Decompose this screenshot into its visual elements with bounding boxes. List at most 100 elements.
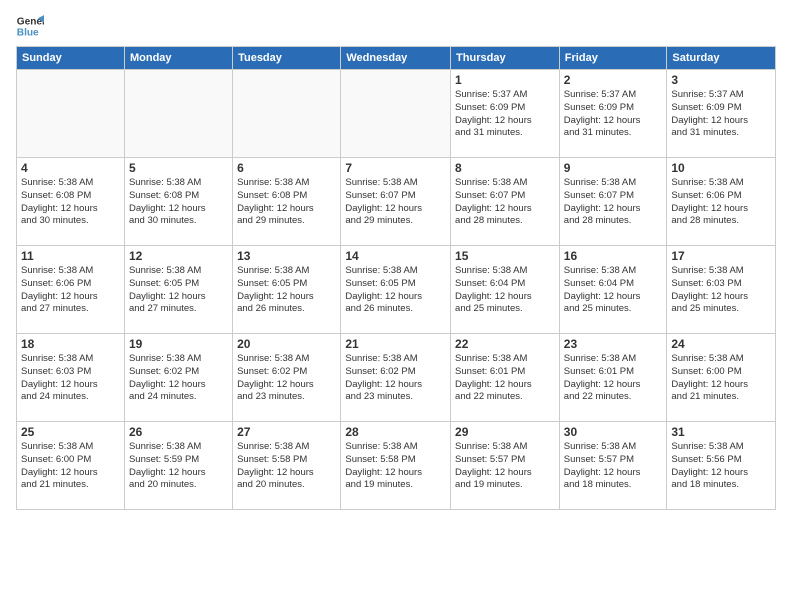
day-number: 18 <box>21 337 120 351</box>
calendar-cell: 14Sunrise: 5:38 AM Sunset: 6:05 PM Dayli… <box>341 246 451 334</box>
day-info: Sunrise: 5:38 AM Sunset: 6:07 PM Dayligh… <box>564 177 663 228</box>
day-number: 5 <box>129 161 228 175</box>
calendar-cell <box>233 70 341 158</box>
day-number: 10 <box>671 161 771 175</box>
day-number: 6 <box>237 161 336 175</box>
calendar-cell: 19 Sunrise: 5:38 AM Sunset: 6:02 PM Dayli… <box>124 334 232 422</box>
weekday-header-thursday: Thursday <box>451 47 560 70</box>
day-number: 26 <box>129 425 228 439</box>
day-number: 29 <box>455 425 555 439</box>
calendar-cell: 12 Sunrise: 5:38 AM Sunset: 6:05 PM Dayli… <box>124 246 232 334</box>
weekday-header-saturday: Saturday <box>667 47 776 70</box>
day-info: Sunrise: 5:38 AM Sunset: 5:59 PM Dayligh… <box>129 441 228 492</box>
calendar-cell <box>17 70 125 158</box>
calendar-cell: 5Sunrise: 5:38 AM Sunset: 6:08 PM Daylig… <box>124 158 232 246</box>
calendar-cell: 30 Sunrise: 5:38 AM Sunset: 5:57 PM Dayli… <box>559 422 667 510</box>
header: General Blue <box>16 12 776 40</box>
calendar-cell: 24 Sunrise: 5:38 AM Sunset: 6:00 PM Dayli… <box>667 334 776 422</box>
weekday-header-sunday: Sunday <box>17 47 125 70</box>
day-info: Sunrise: 5:38 AM Sunset: 5:56 PM Dayligh… <box>671 441 771 492</box>
day-info: Sunrise: 5:38 AM Sunset: 6:06 PM Dayligh… <box>21 265 120 316</box>
logo-icon: General Blue <box>16 12 44 40</box>
day-number: 15 <box>455 249 555 263</box>
day-info: Sunrise: 5:38 AM Sunset: 5:57 PM Dayligh… <box>455 441 555 492</box>
day-info: Sunrise: 5:38 AM Sunset: 6:07 PM Dayligh… <box>455 177 555 228</box>
calendar-cell <box>341 70 451 158</box>
calendar-cell: 17Sunrise: 5:38 AM Sunset: 6:03 PM Dayli… <box>667 246 776 334</box>
day-number: 23 <box>564 337 663 351</box>
day-info: Sunrise: 5:38 AM Sunset: 6:01 PM Dayligh… <box>564 353 663 404</box>
day-number: 30 <box>564 425 663 439</box>
day-number: 2 <box>564 73 663 87</box>
day-info: Sunrise: 5:38 AM Sunset: 6:00 PM Dayligh… <box>21 441 120 492</box>
day-number: 14 <box>345 249 446 263</box>
calendar-cell: 21Sunrise: 5:38 AM Sunset: 6:02 PM Dayli… <box>341 334 451 422</box>
calendar-cell: 6 Sunrise: 5:38 AM Sunset: 6:08 PM Daylig… <box>233 158 341 246</box>
day-info: Sunrise: 5:38 AM Sunset: 6:06 PM Dayligh… <box>671 177 771 228</box>
day-number: 24 <box>671 337 771 351</box>
weekday-header-monday: Monday <box>124 47 232 70</box>
day-info: Sunrise: 5:38 AM Sunset: 6:01 PM Dayligh… <box>455 353 555 404</box>
calendar-cell: 11 Sunrise: 5:38 AM Sunset: 6:06 PM Dayli… <box>17 246 125 334</box>
weekday-header-tuesday: Tuesday <box>233 47 341 70</box>
day-number: 1 <box>455 73 555 87</box>
day-info: Sunrise: 5:38 AM Sunset: 6:05 PM Dayligh… <box>129 265 228 316</box>
day-number: 31 <box>671 425 771 439</box>
calendar-cell: 1 Sunrise: 5:37 AM Sunset: 6:09 PM Daylig… <box>451 70 560 158</box>
calendar-cell: 8 Sunrise: 5:38 AM Sunset: 6:07 PM Daylig… <box>451 158 560 246</box>
day-number: 28 <box>345 425 446 439</box>
svg-text:Blue: Blue <box>17 27 39 38</box>
calendar-week-3: 11 Sunrise: 5:38 AM Sunset: 6:06 PM Dayli… <box>17 246 776 334</box>
calendar-week-4: 18 Sunrise: 5:38 AM Sunset: 6:03 PM Dayli… <box>17 334 776 422</box>
day-info: Sunrise: 5:38 AM Sunset: 5:58 PM Dayligh… <box>237 441 336 492</box>
day-info: Sunrise: 5:38 AM Sunset: 6:02 PM Dayligh… <box>237 353 336 404</box>
calendar-cell: 3 Sunrise: 5:37 AM Sunset: 6:09 PM Daylig… <box>667 70 776 158</box>
calendar-cell: 7Sunrise: 5:38 AM Sunset: 6:07 PM Daylig… <box>341 158 451 246</box>
day-info: Sunrise: 5:38 AM Sunset: 6:03 PM Dayligh… <box>21 353 120 404</box>
calendar-cell: 13Sunrise: 5:38 AM Sunset: 6:05 PM Dayli… <box>233 246 341 334</box>
day-number: 9 <box>564 161 663 175</box>
page: General Blue SundayMondayTuesdayWednesda… <box>0 0 792 522</box>
day-number: 8 <box>455 161 555 175</box>
day-info: Sunrise: 5:38 AM Sunset: 6:08 PM Dayligh… <box>237 177 336 228</box>
day-info: Sunrise: 5:38 AM Sunset: 6:08 PM Dayligh… <box>21 177 120 228</box>
calendar-cell: 28 Sunrise: 5:38 AM Sunset: 5:58 PM Dayli… <box>341 422 451 510</box>
day-info: Sunrise: 5:38 AM Sunset: 6:04 PM Dayligh… <box>455 265 555 316</box>
day-info: Sunrise: 5:37 AM Sunset: 6:09 PM Dayligh… <box>564 89 663 140</box>
day-number: 3 <box>671 73 771 87</box>
day-info: Sunrise: 5:38 AM Sunset: 6:00 PM Dayligh… <box>671 353 771 404</box>
calendar-cell: 4 Sunrise: 5:38 AM Sunset: 6:08 PM Daylig… <box>17 158 125 246</box>
day-number: 16 <box>564 249 663 263</box>
day-info: Sunrise: 5:37 AM Sunset: 6:09 PM Dayligh… <box>671 89 771 140</box>
weekday-header-friday: Friday <box>559 47 667 70</box>
calendar-cell: 15 Sunrise: 5:38 AM Sunset: 6:04 PM Dayli… <box>451 246 560 334</box>
day-number: 11 <box>21 249 120 263</box>
day-info: Sunrise: 5:38 AM Sunset: 5:58 PM Dayligh… <box>345 441 446 492</box>
day-number: 20 <box>237 337 336 351</box>
day-number: 7 <box>345 161 446 175</box>
calendar-cell: 2 Sunrise: 5:37 AM Sunset: 6:09 PM Daylig… <box>559 70 667 158</box>
calendar-cell: 10 Sunrise: 5:38 AM Sunset: 6:06 PM Dayli… <box>667 158 776 246</box>
calendar-cell: 9 Sunrise: 5:38 AM Sunset: 6:07 PM Daylig… <box>559 158 667 246</box>
day-number: 4 <box>21 161 120 175</box>
calendar-week-1: 1 Sunrise: 5:37 AM Sunset: 6:09 PM Daylig… <box>17 70 776 158</box>
calendar-cell: 27Sunrise: 5:38 AM Sunset: 5:58 PM Dayli… <box>233 422 341 510</box>
day-number: 12 <box>129 249 228 263</box>
day-number: 25 <box>21 425 120 439</box>
day-info: Sunrise: 5:38 AM Sunset: 5:57 PM Dayligh… <box>564 441 663 492</box>
calendar-cell: 23 Sunrise: 5:38 AM Sunset: 6:01 PM Dayli… <box>559 334 667 422</box>
calendar-cell: 29 Sunrise: 5:38 AM Sunset: 5:57 PM Dayli… <box>451 422 560 510</box>
day-info: Sunrise: 5:38 AM Sunset: 6:02 PM Dayligh… <box>129 353 228 404</box>
calendar-cell: 31 Sunrise: 5:38 AM Sunset: 5:56 PM Dayli… <box>667 422 776 510</box>
day-number: 22 <box>455 337 555 351</box>
logo: General Blue <box>16 12 46 40</box>
calendar-table: SundayMondayTuesdayWednesdayThursdayFrid… <box>16 46 776 510</box>
day-number: 19 <box>129 337 228 351</box>
calendar-week-5: 25 Sunrise: 5:38 AM Sunset: 6:00 PM Dayli… <box>17 422 776 510</box>
day-info: Sunrise: 5:38 AM Sunset: 6:05 PM Dayligh… <box>237 265 336 316</box>
calendar-cell: 26 Sunrise: 5:38 AM Sunset: 5:59 PM Dayli… <box>124 422 232 510</box>
day-info: Sunrise: 5:37 AM Sunset: 6:09 PM Dayligh… <box>455 89 555 140</box>
calendar-cell: 22 Sunrise: 5:38 AM Sunset: 6:01 PM Dayli… <box>451 334 560 422</box>
day-number: 17 <box>671 249 771 263</box>
calendar-cell: 16Sunrise: 5:38 AM Sunset: 6:04 PM Dayli… <box>559 246 667 334</box>
